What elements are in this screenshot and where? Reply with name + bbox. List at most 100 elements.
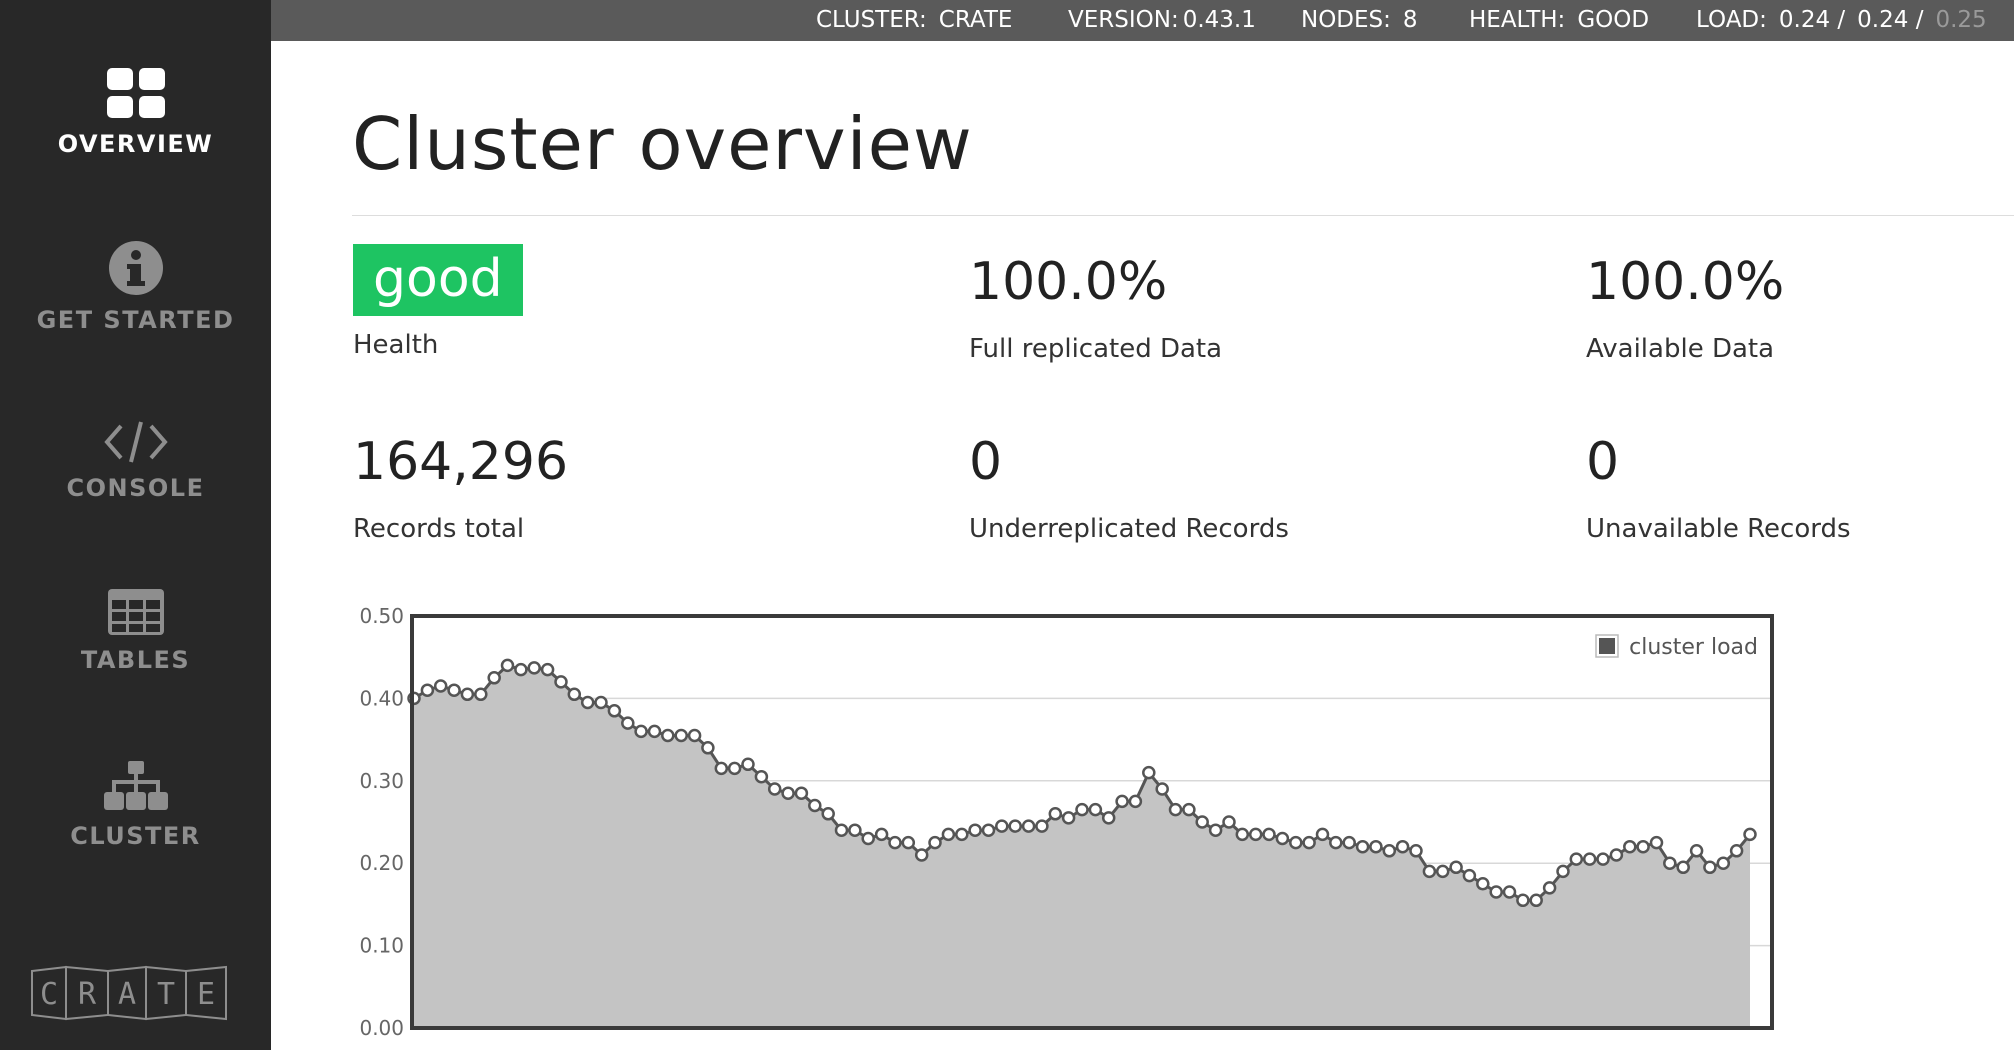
page-title: Cluster overview [352, 102, 973, 186]
load-5min: 0.24 / [1857, 7, 1924, 33]
svg-text:C: C [40, 977, 58, 1012]
data-point [955, 827, 969, 842]
sidebar-item-overview[interactable]: OVERVIEW [0, 66, 271, 158]
data-point [1075, 802, 1089, 817]
data-point [754, 769, 769, 784]
health-badge: good [353, 244, 523, 316]
metric-records-total: 164,296 Records total [353, 436, 568, 544]
y-tick-label: 0.50 [359, 604, 404, 628]
data-point [1155, 782, 1169, 796]
data-point [1008, 819, 1022, 833]
data-point [594, 695, 608, 710]
data-point [741, 757, 755, 772]
legend-label: cluster load [1629, 635, 1758, 660]
data-point [701, 741, 715, 755]
health-stat: HEALTH: GOOD [1469, 7, 1649, 33]
version-stat: VERSION: 0.43.1 [1068, 7, 1256, 33]
cluster-label: CLUSTER: [816, 7, 927, 33]
data-point [1582, 852, 1597, 866]
nodes-stat: NODES: 8 [1301, 7, 1418, 33]
data-point [580, 695, 595, 710]
load-15min: 0.25 [1935, 7, 1987, 33]
metric-label: Full replicated Data [969, 334, 1223, 364]
data-point [621, 716, 635, 730]
metric-label: Underreplicated Records [969, 514, 1289, 544]
data-point [1235, 827, 1250, 842]
y-tick-label: 0.20 [359, 851, 404, 875]
data-point [1035, 819, 1049, 833]
sidebar-item-cluster[interactable]: CLUSTER [0, 760, 271, 850]
data-point [1649, 835, 1664, 850]
metric-label: Records total [353, 514, 525, 544]
sidebar-item-label: TABLES [80, 646, 191, 674]
data-point [1502, 885, 1517, 899]
data-point [1663, 856, 1677, 870]
crate-logo[interactable]: C R A T E [30, 963, 228, 1023]
load-label: LOAD: [1696, 7, 1767, 33]
data-point [487, 671, 501, 685]
metric-value: 164,296 [353, 432, 569, 492]
data-point [914, 848, 929, 862]
data-point [647, 724, 662, 739]
grid-icon [106, 68, 165, 118]
svg-text:E: E [197, 977, 215, 1012]
sidebar-item-label: GET STARTED [36, 306, 235, 334]
data-point [1182, 802, 1196, 817]
version-value: 0.43.1 [1182, 7, 1256, 33]
metric-health: good Health [353, 244, 523, 360]
data-point [1048, 807, 1063, 821]
data-point [1395, 839, 1410, 854]
sidebar-item-label: CONSOLE [66, 474, 205, 502]
data-point [474, 687, 488, 702]
data-point [567, 687, 582, 702]
code-icon [103, 421, 168, 463]
sidebar-item-get-started[interactable]: GET STARTED [0, 240, 271, 334]
data-point [1315, 827, 1330, 842]
data-point [1703, 860, 1717, 875]
y-tick-label: 0.10 [359, 934, 404, 958]
data-point [1101, 811, 1116, 825]
data-point [1435, 864, 1450, 879]
data-point [1208, 823, 1223, 837]
data-point [1556, 864, 1570, 879]
data-point [1168, 802, 1183, 817]
metric-available: 100.0% Available Data [1586, 256, 1784, 364]
sidebar: OVERVIEW GET STARTED CONSOLE TABLES CLUS… [0, 0, 271, 1050]
cluster-value: CRATE [938, 7, 1013, 33]
health-label: HEALTH: [1469, 7, 1566, 33]
data-point [1476, 877, 1490, 891]
data-point [1676, 860, 1690, 875]
data-point [500, 658, 515, 673]
metric-value: 0 [969, 432, 1003, 492]
legend-swatch [1599, 638, 1615, 654]
metric-value: 100.0% [1586, 252, 1785, 312]
metric-value: 0 [1586, 432, 1620, 492]
data-point [901, 835, 916, 850]
svg-text:R: R [78, 977, 97, 1012]
data-point [1222, 815, 1236, 829]
load-1min: 0.24 / [1778, 7, 1846, 33]
data-point [1743, 827, 1757, 842]
sidebar-item-console[interactable]: CONSOLE [0, 420, 271, 502]
data-point [1569, 852, 1584, 866]
data-point [1489, 885, 1503, 899]
data-point [1128, 794, 1143, 809]
data-point [1609, 848, 1624, 862]
data-point [1542, 881, 1557, 895]
data-point [1115, 794, 1129, 809]
data-point [554, 675, 568, 689]
table-icon [107, 589, 164, 635]
data-point [1516, 893, 1530, 908]
data-point [433, 679, 448, 693]
metric-unavailable: 0 Unavailable Records [1586, 436, 1851, 544]
sidebar-item-tables[interactable]: TABLES [0, 588, 271, 674]
y-tick-label: 0.00 [359, 1016, 404, 1040]
data-point [1449, 860, 1463, 875]
data-point [1289, 835, 1303, 850]
data-point [727, 761, 742, 776]
data-point [1329, 835, 1343, 850]
series-area [414, 665, 1750, 1028]
data-point [874, 827, 889, 842]
data-point [1262, 827, 1276, 842]
data-point [821, 807, 835, 821]
